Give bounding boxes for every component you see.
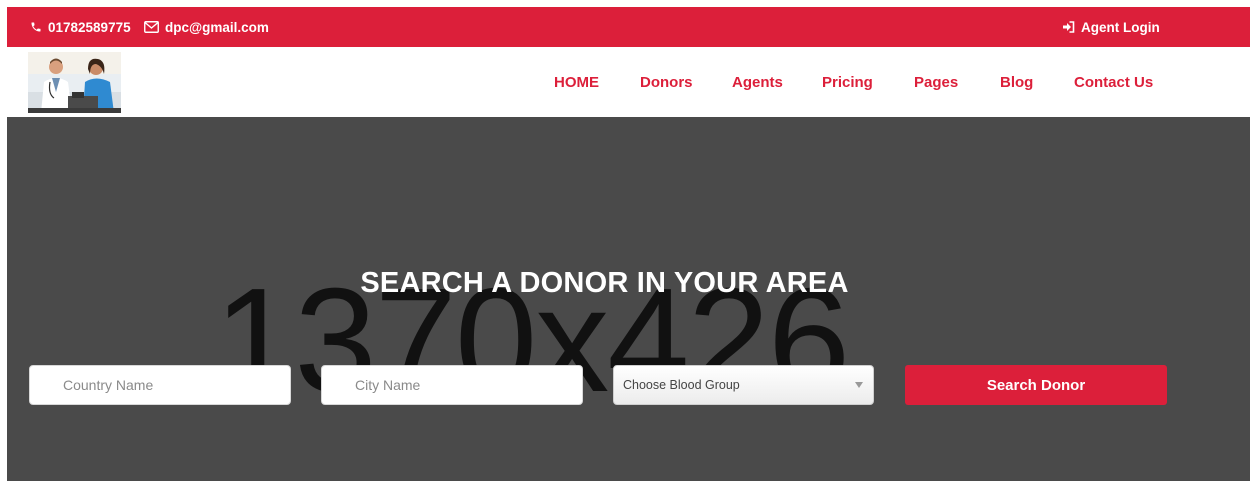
nav-donors[interactable]: Donors (640, 47, 693, 117)
agent-login-link[interactable]: Agent Login (1062, 7, 1160, 47)
nav-pricing[interactable]: Pricing (822, 47, 873, 117)
envelope-icon (144, 21, 159, 33)
country-field (29, 365, 291, 405)
hero-title: SEARCH A DONOR IN YOUR AREA (360, 267, 849, 299)
top-bar: 01782589775 dpc@gmail.com Agent Login (7, 7, 1250, 47)
search-donor-button[interactable]: Search Donor (905, 365, 1167, 405)
city-field (321, 365, 583, 405)
nav-blog[interactable]: Blog (1000, 47, 1033, 117)
phone-number: 01782589775 (48, 19, 131, 35)
country-input[interactable] (30, 366, 290, 404)
phone-contact[interactable]: 01782589775 (30, 7, 131, 47)
agent-login-label: Agent Login (1081, 19, 1160, 35)
chevron-down-icon (855, 382, 863, 388)
hero-banner: 1370x426 SEARCH A DONOR IN YOUR AREA Cho… (7, 117, 1250, 481)
page: 01782589775 dpc@gmail.com Agent Login HO… (0, 0, 1250, 481)
blood-group-selected: Choose Blood Group (623, 378, 740, 392)
phone-icon (30, 21, 42, 33)
nav-home[interactable]: HOME (554, 47, 599, 117)
email-address: dpc@gmail.com (165, 19, 269, 35)
blood-group-select[interactable]: Choose Blood Group (613, 365, 874, 405)
site-header: HOME Donors Agents Pricing Pages Blog Co… (7, 47, 1250, 117)
nav-contact-us[interactable]: Contact Us (1074, 47, 1153, 117)
email-contact[interactable]: dpc@gmail.com (144, 7, 269, 47)
site-logo[interactable] (28, 52, 121, 113)
nav-agents[interactable]: Agents (732, 47, 783, 117)
city-input[interactable] (322, 366, 582, 404)
sign-in-icon (1062, 21, 1075, 33)
nav-pages[interactable]: Pages (914, 47, 958, 117)
